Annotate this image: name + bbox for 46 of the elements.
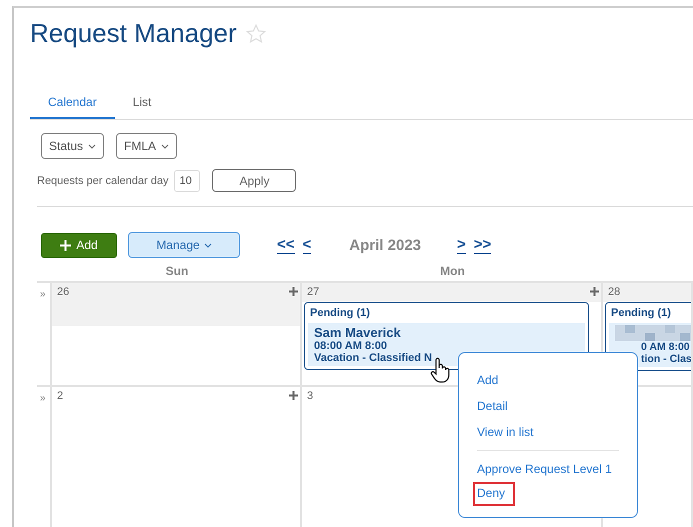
plus-icon [60, 240, 72, 250]
event-type: Vacation - Classified N [314, 352, 432, 364]
tab[interactable]: Calendar [30, 91, 115, 119]
event-time: 08:00 AM 8:00 [314, 340, 387, 352]
menu-item[interactable]: Detail [477, 397, 508, 415]
tab[interactable]: List [114, 91, 170, 119]
day-header: Mon [439, 264, 466, 280]
caret-icon [161, 144, 170, 148]
caret-icon [88, 144, 96, 148]
menu-item[interactable]: Deny [475, 484, 514, 504]
input-field[interactable]: 10 [174, 170, 200, 192]
page-title: Request Manager [30, 18, 237, 49]
menu-item[interactable]: View in list [477, 423, 534, 441]
caret-icon [204, 242, 212, 248]
week-expand[interactable]: » [40, 393, 46, 404]
filter-dropdown[interactable]: Status [41, 133, 104, 159]
employee-name: Sam Maverick [314, 325, 401, 340]
event-status: Pending (1) [309, 307, 371, 319]
day-header: Sun [164, 264, 190, 280]
week-expand[interactable]: » [40, 289, 46, 300]
date-number: 28 [608, 286, 620, 298]
add-button[interactable]: Add [41, 232, 117, 258]
event-card[interactable]: Pending (1) 0 AM 8:00 tion - Clas [605, 302, 691, 371]
manage-dropdown[interactable]: Manage [128, 232, 240, 258]
star-icon[interactable] [244, 22, 267, 44]
event-type: tion - Clas [640, 353, 691, 365]
filter-dropdown[interactable]: FMLA [116, 133, 178, 159]
apply-button[interactable]: Apply [212, 169, 296, 192]
plus-icon[interactable] [289, 391, 298, 400]
date-number: 3 [307, 390, 314, 402]
event-status: Pending (1) [610, 307, 672, 319]
hand-cursor-icon [430, 357, 452, 383]
day-cell[interactable]: 26 [52, 283, 302, 385]
first-link[interactable]: << [277, 236, 295, 254]
day-cell[interactable]: 2 [52, 387, 302, 527]
previous-link[interactable]: < [302, 236, 312, 254]
last-link[interactable]: >> [474, 236, 492, 254]
date-number: 2 [57, 390, 64, 402]
event-time: 0 AM 8:00 [640, 341, 690, 353]
month-label: April 2023 [349, 236, 422, 254]
date-number: 26 [57, 286, 70, 298]
plus-icon[interactable] [590, 287, 599, 296]
next-link[interactable]: > [457, 236, 466, 254]
field-label: Requests per calendar day [37, 174, 168, 186]
plus-icon[interactable] [289, 287, 298, 296]
date-number: 27 [307, 286, 320, 298]
